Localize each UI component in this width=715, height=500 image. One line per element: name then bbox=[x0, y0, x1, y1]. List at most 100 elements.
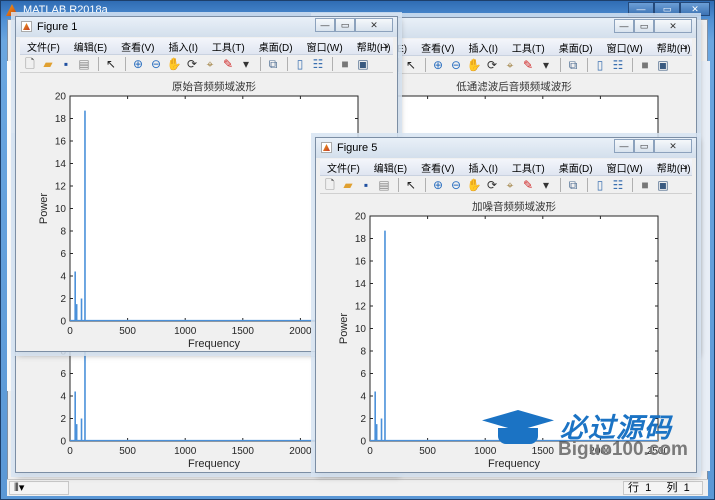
minimize-button[interactable]: — bbox=[614, 139, 634, 153]
zoom-in-icon[interactable]: ⊕ bbox=[430, 177, 446, 193]
hide-plot-tools-icon[interactable]: ■ bbox=[637, 177, 653, 193]
menu-bar: 文件(F)编辑(E)查看(V)插入(I)工具(T)桌面(D)窗口(W)帮助(H)… bbox=[320, 159, 692, 176]
data-cursor-icon[interactable]: ⌖ bbox=[202, 56, 218, 72]
x-tick-label: 1500 bbox=[232, 446, 255, 457]
status-grip[interactable]: ⦀▾ bbox=[9, 481, 69, 495]
close-button[interactable]: ✕ bbox=[654, 139, 692, 153]
close-button[interactable]: ✕ bbox=[355, 18, 393, 32]
title-bar[interactable]: Figure 5 — ▭ ✕ bbox=[316, 138, 696, 158]
undock-icon[interactable]: ↘ bbox=[681, 162, 688, 171]
zoom-out-icon[interactable]: ⊖ bbox=[148, 56, 164, 72]
insert-legend-icon[interactable]: ☷ bbox=[610, 57, 626, 73]
show-plot-tools-icon[interactable]: ▣ bbox=[655, 177, 671, 193]
undock-icon[interactable]: ↘ bbox=[681, 42, 688, 51]
maximize-button[interactable]: ▭ bbox=[335, 18, 355, 32]
brush-icon[interactable]: ✎ bbox=[220, 56, 236, 72]
rotate-3d-icon[interactable]: ⟳ bbox=[484, 177, 500, 193]
link-plot-icon[interactable]: ⧉ bbox=[265, 56, 281, 72]
print-icon[interactable]: ▤ bbox=[376, 177, 392, 193]
y-tick-label: 4 bbox=[60, 392, 66, 403]
menu-item[interactable]: 桌面(D) bbox=[552, 40, 600, 55]
data-cursor-icon[interactable]: ⌖ bbox=[502, 57, 518, 73]
menu-item[interactable]: 帮助(H) bbox=[350, 39, 398, 54]
insert-colorbar-icon[interactable]: ▯ bbox=[592, 57, 608, 73]
brush-icon[interactable]: ✎ bbox=[520, 177, 536, 193]
menu-item[interactable]: 帮助(H) bbox=[650, 40, 698, 55]
open-file-icon[interactable]: ▰ bbox=[40, 56, 56, 72]
menu-item[interactable]: 查看(V) bbox=[414, 40, 461, 55]
link-plot-icon[interactable]: ⧉ bbox=[565, 177, 581, 193]
maximize-button[interactable]: ▭ bbox=[634, 139, 654, 153]
chart-title: 低通滤波后音频频域波形 bbox=[456, 80, 572, 93]
close-button[interactable]: ✕ bbox=[654, 19, 692, 33]
edit-pointer-icon[interactable]: ↖ bbox=[103, 56, 119, 72]
watermark-logo: 必过源码 Biguo100.com bbox=[480, 404, 690, 464]
minimize-button[interactable]: — bbox=[614, 19, 634, 33]
save-icon[interactable]: ▪ bbox=[58, 56, 74, 72]
pan-icon[interactable]: ✋ bbox=[466, 57, 482, 73]
menu-item[interactable]: 工具(T) bbox=[205, 39, 252, 54]
new-figure-icon[interactable]: 🗋 bbox=[322, 177, 338, 193]
menu-item[interactable]: 插入(I) bbox=[461, 40, 504, 55]
menu-item[interactable]: 编辑(E) bbox=[67, 39, 114, 54]
show-plot-tools-icon[interactable]: ▣ bbox=[655, 57, 671, 73]
menu-item[interactable]: 桌面(D) bbox=[252, 39, 300, 54]
toolbar-separator bbox=[287, 56, 288, 71]
menu-item[interactable]: 文件(F) bbox=[320, 160, 367, 175]
toolbar-separator bbox=[587, 57, 588, 72]
brush-icon[interactable]: ✎ bbox=[520, 57, 536, 73]
menu-item[interactable]: 查看(V) bbox=[114, 39, 161, 54]
hide-plot-tools-icon[interactable]: ■ bbox=[337, 56, 353, 72]
menu-item[interactable]: 编辑(E) bbox=[367, 160, 414, 175]
menu-item[interactable]: 文件(F) bbox=[20, 39, 67, 54]
zoom-in-icon[interactable]: ⊕ bbox=[130, 56, 146, 72]
save-icon[interactable]: ▪ bbox=[358, 177, 374, 193]
menu-item[interactable]: 窗口(W) bbox=[600, 160, 650, 175]
brush-dropdown-icon[interactable]: ▾ bbox=[238, 56, 254, 72]
toolbar-separator bbox=[425, 177, 426, 192]
rotate-3d-icon[interactable]: ⟳ bbox=[184, 56, 200, 72]
minimize-button[interactable]: — bbox=[628, 2, 654, 16]
menu-item[interactable]: 窗口(W) bbox=[300, 39, 350, 54]
zoom-out-icon[interactable]: ⊖ bbox=[448, 177, 464, 193]
rotate-3d-icon[interactable]: ⟳ bbox=[484, 57, 500, 73]
brush-dropdown-icon[interactable]: ▾ bbox=[538, 57, 554, 73]
print-icon[interactable]: ▤ bbox=[76, 56, 92, 72]
y-tick-label: 8 bbox=[60, 227, 66, 238]
y-tick-label: 0 bbox=[60, 437, 66, 448]
zoom-in-icon[interactable]: ⊕ bbox=[430, 57, 446, 73]
undock-icon[interactable]: ↘ bbox=[382, 41, 389, 50]
brush-dropdown-icon[interactable]: ▾ bbox=[538, 177, 554, 193]
pan-icon[interactable]: ✋ bbox=[166, 56, 182, 72]
maximize-button[interactable]: ▭ bbox=[654, 2, 680, 16]
menu-item[interactable]: 查看(V) bbox=[414, 160, 461, 175]
y-tick-label: 8 bbox=[360, 347, 366, 358]
y-tick-label: 18 bbox=[355, 234, 367, 245]
menu-item[interactable]: 窗口(W) bbox=[600, 40, 650, 55]
insert-legend-icon[interactable]: ☷ bbox=[310, 56, 326, 72]
close-button[interactable]: ✕ bbox=[680, 2, 710, 16]
menu-item[interactable]: 工具(T) bbox=[505, 40, 552, 55]
maximize-button[interactable]: ▭ bbox=[634, 19, 654, 33]
pan-icon[interactable]: ✋ bbox=[466, 177, 482, 193]
edit-pointer-icon[interactable]: ↖ bbox=[403, 57, 419, 73]
insert-colorbar-icon[interactable]: ▯ bbox=[292, 56, 308, 72]
menu-item[interactable]: 工具(T) bbox=[505, 160, 552, 175]
y-axis-label: Power bbox=[338, 313, 350, 345]
open-file-icon[interactable]: ▰ bbox=[340, 177, 356, 193]
hide-plot-tools-icon[interactable]: ■ bbox=[637, 57, 653, 73]
menu-item[interactable]: 桌面(D) bbox=[552, 160, 600, 175]
insert-colorbar-icon[interactable]: ▯ bbox=[592, 177, 608, 193]
insert-legend-icon[interactable]: ☷ bbox=[610, 177, 626, 193]
menu-item[interactable]: 插入(I) bbox=[461, 160, 504, 175]
menu-item[interactable]: 帮助(H) bbox=[650, 160, 698, 175]
minimize-button[interactable]: — bbox=[315, 18, 335, 32]
new-figure-icon[interactable]: 🗋 bbox=[22, 56, 38, 72]
title-bar[interactable]: Figure 1 — ▭ ✕ bbox=[16, 17, 397, 37]
edit-pointer-icon[interactable]: ↖ bbox=[403, 177, 419, 193]
link-plot-icon[interactable]: ⧉ bbox=[565, 57, 581, 73]
show-plot-tools-icon[interactable]: ▣ bbox=[355, 56, 371, 72]
zoom-out-icon[interactable]: ⊖ bbox=[448, 57, 464, 73]
menu-item[interactable]: 插入(I) bbox=[161, 39, 204, 54]
data-cursor-icon[interactable]: ⌖ bbox=[502, 177, 518, 193]
